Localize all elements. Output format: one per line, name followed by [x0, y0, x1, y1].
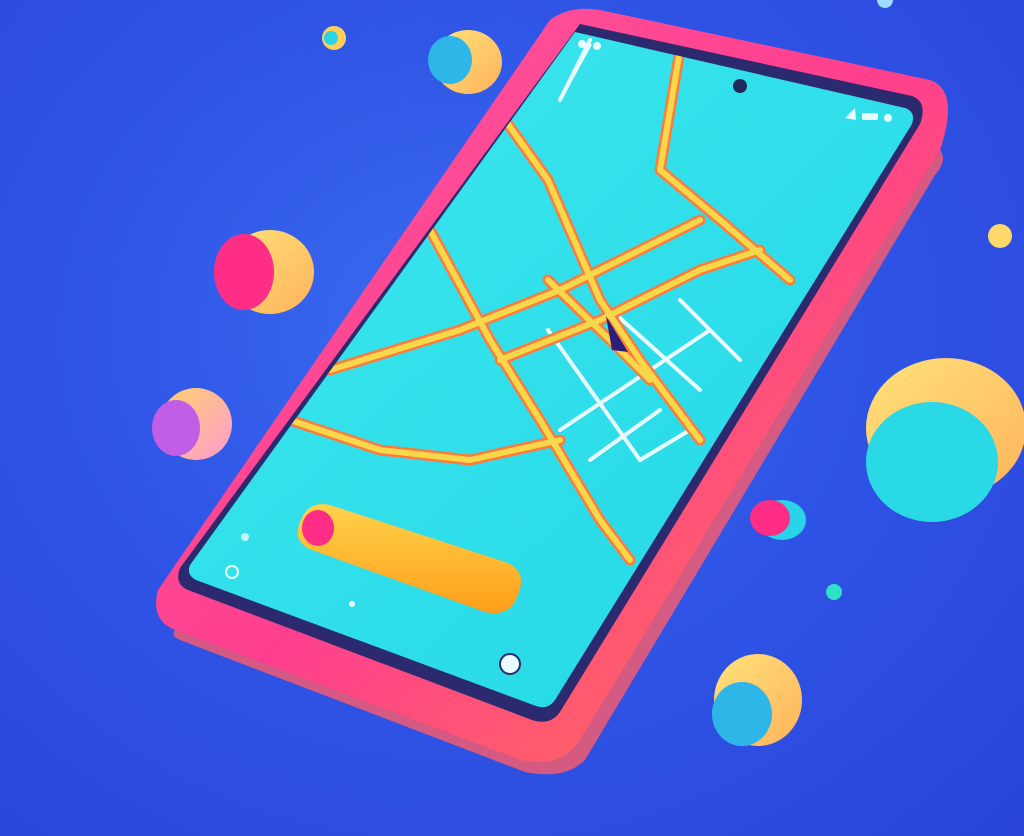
screen-indicator-icon	[241, 533, 249, 541]
home-button-icon[interactable]	[499, 653, 521, 675]
floating-cylinder-top	[428, 30, 502, 94]
floating-dot-teal	[826, 584, 842, 600]
floating-dot-corner	[877, 0, 893, 8]
battery-icon	[862, 113, 878, 120]
floating-cylinder-large-right	[866, 358, 1024, 522]
action-bar-dot-icon	[302, 510, 334, 546]
status-dot-icon	[578, 40, 586, 48]
status-dot-icon	[593, 42, 601, 50]
floating-cylinder-purple	[152, 388, 232, 460]
phone	[156, 8, 948, 775]
screen-indicator-icon	[349, 601, 355, 607]
floating-dot-small-top	[322, 26, 346, 50]
floating-cylinder-pink	[214, 230, 314, 314]
illustration-svg	[152, 0, 1024, 775]
floating-dot-yellow	[988, 224, 1012, 248]
floating-cylinder-small-pink-right	[750, 500, 806, 540]
status-dot-icon	[884, 114, 892, 122]
floating-cylinder-bottom	[712, 654, 802, 746]
illustration-scene	[0, 0, 1024, 836]
front-camera	[733, 79, 747, 93]
